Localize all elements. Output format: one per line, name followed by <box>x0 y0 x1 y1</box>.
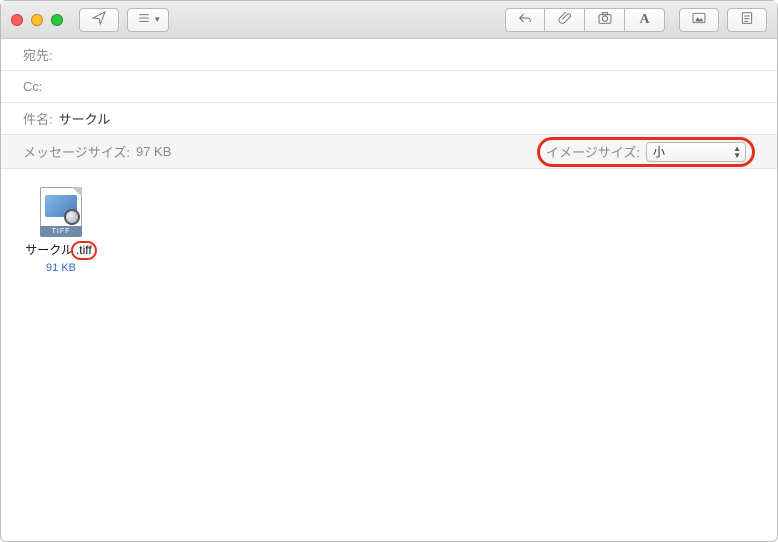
reply-button[interactable] <box>505 8 545 32</box>
minimize-window-button[interactable] <box>31 14 43 26</box>
to-input[interactable] <box>59 47 755 62</box>
page-icon <box>739 10 755 29</box>
format-button[interactable]: A <box>625 8 665 32</box>
attach-button[interactable] <box>545 8 585 32</box>
cc-field-row: Cc: <box>1 71 777 103</box>
chevron-down-icon: ▾ <box>155 14 160 25</box>
tiff-file-icon: TIFF <box>40 187 82 237</box>
picture-icon <box>691 10 707 29</box>
cc-label: Cc: <box>23 79 43 94</box>
attachment-item[interactable]: TIFF サークル.tiff 91 KB <box>23 187 99 274</box>
stationery-button[interactable] <box>727 8 767 32</box>
paper-plane-icon <box>91 10 107 29</box>
info-bar: メッセージサイズ: 97 KB イメージサイズ: 小 ▲▼ <box>1 135 777 169</box>
send-button[interactable] <box>79 8 119 32</box>
image-size-select[interactable]: 小 ▲▼ <box>646 142 746 162</box>
stepper-arrows-icon: ▲▼ <box>733 145 741 159</box>
attachment-size: 91 KB <box>46 262 76 274</box>
attachment-filename: サークル.tiff <box>25 241 96 260</box>
attachment-ext-highlight: .tiff <box>71 241 97 260</box>
toolbar-group-right: A <box>505 8 665 32</box>
close-window-button[interactable] <box>11 14 23 26</box>
to-label: 宛先: <box>23 45 53 64</box>
media-browser-button[interactable] <box>679 8 719 32</box>
photo-button[interactable] <box>585 8 625 32</box>
camera-icon <box>597 10 613 29</box>
compose-body[interactable]: TIFF サークル.tiff 91 KB <box>1 169 777 292</box>
reply-icon <box>517 10 533 29</box>
subject-field-row: 件名: <box>1 103 777 135</box>
cc-input[interactable] <box>49 79 756 94</box>
attachment-name-base: サークル <box>25 243 73 257</box>
file-type-tag: TIFF <box>40 226 82 237</box>
image-size-highlight: イメージサイズ: 小 ▲▼ <box>537 137 755 167</box>
subject-input[interactable] <box>59 111 755 126</box>
paperclip-icon <box>557 10 573 29</box>
subject-label: 件名: <box>23 109 53 128</box>
to-field-row: 宛先: <box>1 39 777 71</box>
titlebar: ▾ A <box>1 1 777 39</box>
message-size-label: メッセージサイズ: <box>23 142 130 161</box>
message-size-value: 97 KB <box>136 144 171 159</box>
image-size-label: イメージサイズ: <box>546 142 640 161</box>
attachment-name-ext: .tiff <box>76 243 92 257</box>
image-size-value: 小 <box>653 143 665 160</box>
format-text-icon: A <box>639 12 649 28</box>
zoom-window-button[interactable] <box>51 14 63 26</box>
template-menu-button[interactable]: ▾ <box>127 8 169 32</box>
window-controls <box>11 14 63 26</box>
list-icon <box>136 10 152 29</box>
